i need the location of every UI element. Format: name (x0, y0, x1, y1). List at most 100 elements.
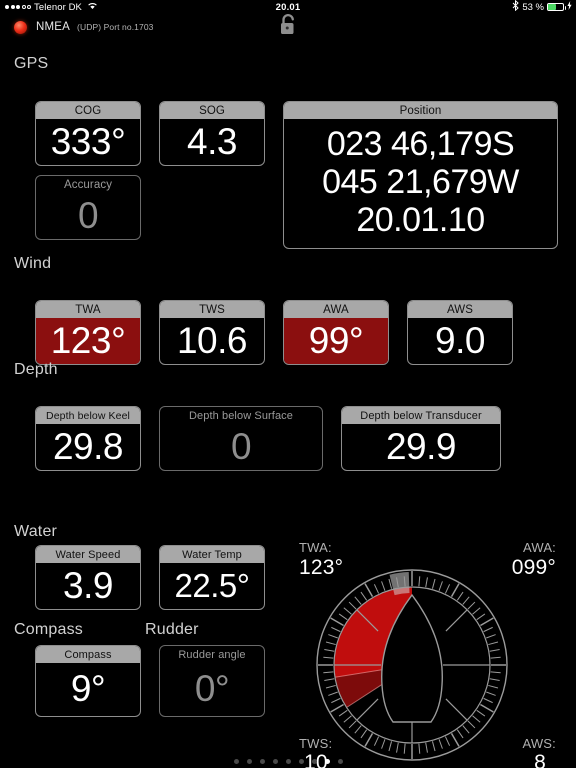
gauge-tick (331, 697, 341, 704)
gauge-tick (328, 634, 338, 639)
page-dot[interactable] (259, 759, 265, 764)
gauge-tick (373, 736, 380, 746)
panel-water-temp[interactable]: Water Temp 22.5° (159, 545, 265, 610)
page-dot[interactable] (337, 759, 343, 764)
page-indicator-dots[interactable] (0, 759, 576, 764)
gauge-tick (483, 697, 493, 704)
panel-depth-below-surface[interactable]: Depth below Surface 0 (159, 406, 323, 471)
gauge-tick (438, 739, 443, 749)
unlocked-padlock-icon[interactable] (278, 13, 298, 42)
gauge-tick (330, 703, 344, 713)
page-dot[interactable] (233, 759, 239, 764)
gauge-tick (373, 584, 380, 594)
gauge-tick (348, 720, 357, 729)
page-dot[interactable] (246, 759, 252, 764)
panel-twa[interactable]: TWA 123° (35, 300, 141, 365)
gauge-tick (418, 576, 421, 587)
gauge-tick (331, 626, 341, 633)
section-title-compass: Compass (14, 621, 83, 638)
gauge-tick (467, 601, 476, 610)
panel-awa[interactable]: AWA 99° (283, 300, 389, 365)
gauge-tick (323, 656, 334, 659)
gauge-tick (381, 581, 386, 591)
panel-depth-below-transducer-value: 29.9 (385, 425, 457, 467)
page-dot[interactable] (298, 759, 304, 764)
gauge-tick (328, 691, 338, 696)
dashboard-content: GPS COG 333° SOG 4.3 Position 023 46,179… (0, 40, 576, 768)
panel-depth-below-surface-value: 0 (230, 425, 252, 467)
panel-sog-label: SOG (160, 102, 264, 119)
gauge-tick (338, 613, 348, 621)
panel-awa-label: AWA (284, 301, 388, 318)
gauge-tick (444, 584, 451, 594)
page-dot[interactable] (311, 759, 317, 764)
page-dot[interactable] (324, 759, 330, 764)
gauge-tick (438, 581, 443, 591)
position-line-time: 20.01.10 (356, 200, 485, 239)
gauge-tick (323, 671, 334, 674)
gauge-tick (480, 703, 494, 713)
panel-position[interactable]: Position 023 46,179S 045 21,679W 20.01.1… (283, 101, 558, 249)
battery-icon (547, 3, 566, 11)
gauge-tick (348, 601, 357, 610)
gauge-tick (425, 742, 428, 753)
app-name-label: NMEA (36, 21, 71, 33)
page-dot[interactable] (285, 759, 291, 764)
gauge-tick (330, 617, 344, 627)
panel-cog-label: COG (36, 102, 140, 119)
panel-position-value: 023 46,179S 045 21,679W 20.01.10 (284, 119, 557, 248)
position-line-latitude: 023 46,179S (326, 125, 515, 164)
gauge-tick (486, 634, 496, 639)
panel-depth-below-keel-label: Depth below Keel (36, 407, 140, 424)
gauge-tick (388, 741, 393, 752)
panel-twa-label: TWA (36, 301, 140, 318)
gauge-spoke (445, 609, 468, 632)
bluetooth-icon (512, 0, 520, 14)
gauge-tick (489, 678, 500, 681)
gauge-tick (431, 578, 436, 589)
gauge-tick (360, 729, 368, 739)
panel-accuracy[interactable]: Accuracy 0 (35, 175, 141, 240)
gauge-tick (476, 613, 486, 621)
section-title-water: Water (14, 523, 58, 540)
battery-percent-label: 53 % (522, 1, 544, 13)
gauge-tick (467, 720, 476, 729)
gauge-tick (456, 591, 464, 601)
panel-position-label: Position (284, 102, 557, 119)
page-dot[interactable] (272, 759, 278, 764)
wind-compass-rose[interactable] (290, 535, 570, 768)
gauge-tick (396, 742, 399, 753)
status-bar-right: 53 % (512, 0, 576, 14)
panel-sog[interactable]: SOG 4.3 (159, 101, 265, 166)
section-title-wind: Wind (14, 255, 52, 272)
panel-sog-value: 4.3 (187, 120, 237, 162)
gauge-tick (431, 741, 436, 752)
wind-gauge-widget[interactable]: TWA: 123° AWA: 099° TWS: 10 AWS: 8 (290, 535, 570, 768)
gauge-tick (360, 591, 368, 601)
panel-compass-label: Compass (36, 646, 140, 663)
panel-compass-value: 9° (70, 668, 106, 709)
panel-depth-below-transducer[interactable]: Depth below Transducer 29.9 (341, 406, 501, 471)
gauge-tick (324, 649, 335, 652)
panel-water-temp-label: Water Temp (160, 546, 264, 563)
gauge-tick (472, 715, 481, 723)
gauge-tick (364, 733, 374, 747)
panel-compass[interactable]: Compass 9° (35, 645, 141, 717)
panel-water-speed[interactable]: Water Speed 3.9 (35, 545, 141, 610)
position-line-longitude: 045 21,679W (322, 163, 519, 202)
panel-depth-below-transducer-label: Depth below Transducer (342, 407, 500, 424)
gauge-tick (324, 678, 335, 681)
panel-rudder-angle[interactable]: Rudder angle 0° (159, 645, 265, 717)
panel-aws[interactable]: AWS 9.0 (407, 300, 513, 365)
panel-tws[interactable]: TWS 10.6 (159, 300, 265, 365)
gauge-spoke (356, 698, 379, 721)
gauge-tick (456, 729, 464, 739)
gauge-tick (325, 641, 336, 646)
panel-cog[interactable]: COG 333° (35, 101, 141, 166)
gauge-tick (486, 691, 496, 696)
gauge-tick (483, 626, 493, 633)
section-title-depth: Depth (14, 361, 58, 378)
panel-depth-below-keel[interactable]: Depth below Keel 29.8 (35, 406, 141, 471)
gauge-tick (462, 596, 470, 605)
gauge-tick (425, 577, 428, 588)
